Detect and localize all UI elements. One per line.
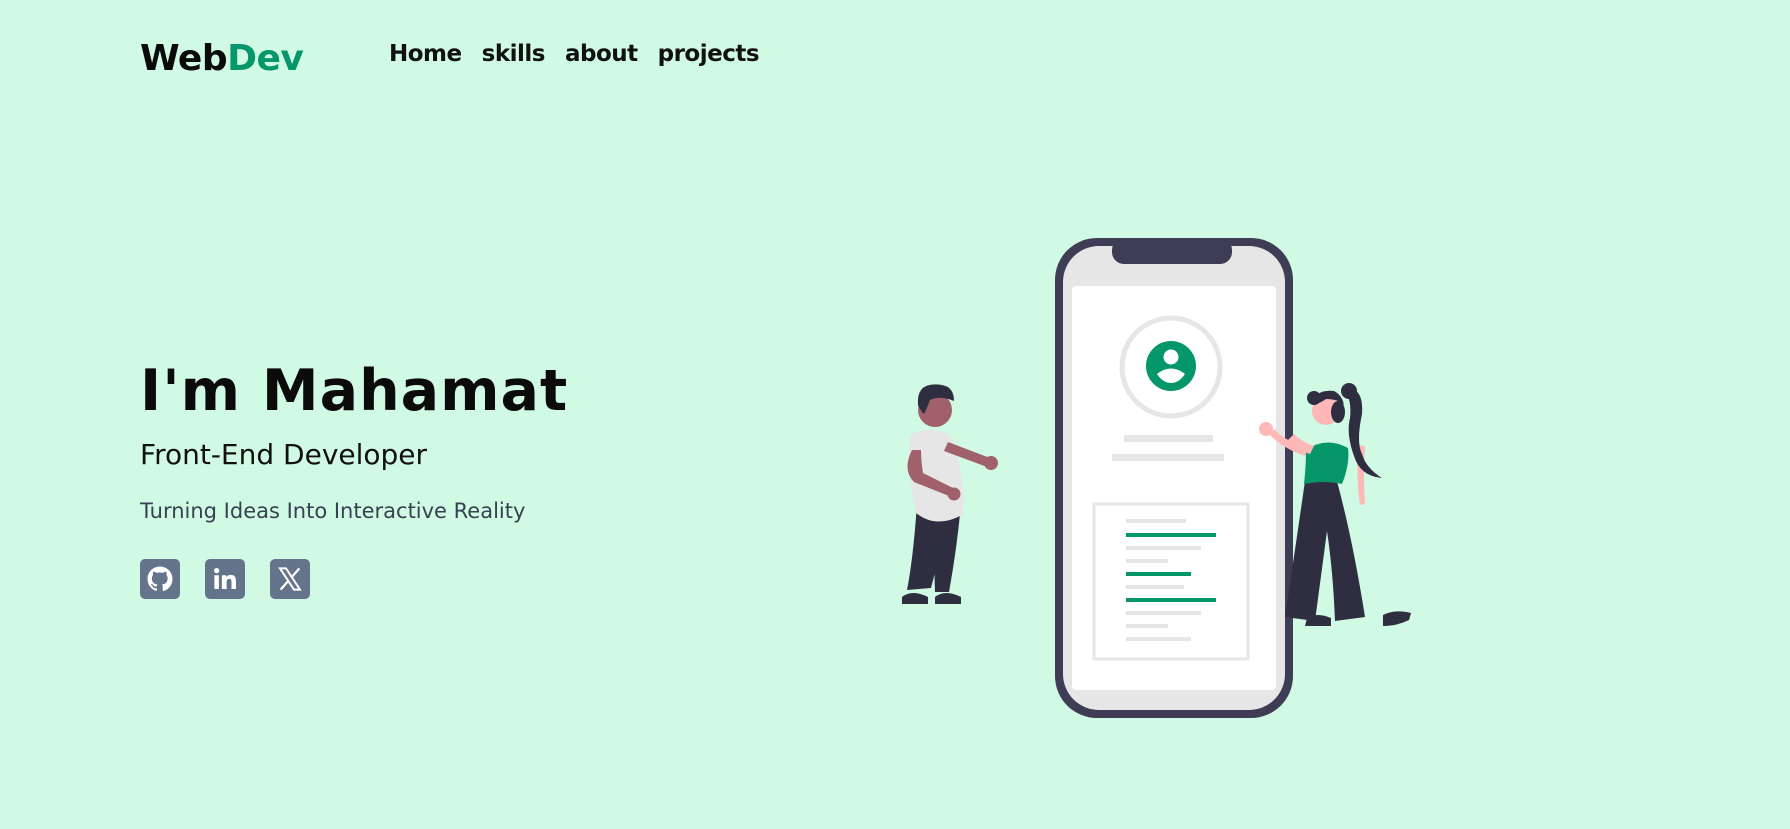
logo-web-text: Web (140, 37, 228, 79)
phone-illustration (1055, 238, 1293, 718)
hero-illustration (902, 238, 1411, 718)
logo-dev-text: Dev (227, 37, 304, 79)
nav-home[interactable]: Home (389, 41, 462, 67)
nav-projects[interactable]: projects (658, 41, 760, 67)
hero-title: I'm Mahamat (140, 358, 569, 424)
hero-section: I'm Mahamat Front-End Developer Turning … (140, 355, 740, 599)
social-links (140, 559, 740, 599)
linkedin-icon (214, 568, 236, 589)
logo[interactable]: WebDev Home skills about projects (140, 37, 760, 79)
x-twitter-icon (278, 567, 302, 591)
man-illustration (902, 384, 998, 604)
hero-role: Front-End Developer (140, 438, 428, 471)
main-nav: Home skills about projects (389, 41, 760, 67)
hero-tagline: Turning Ideas Into Interactive Reality (140, 499, 526, 523)
nav-skills[interactable]: skills (482, 41, 546, 67)
site-header: WebDev Home skills about projects (140, 34, 760, 82)
nav-about[interactable]: about (565, 41, 638, 67)
x-link[interactable] (270, 559, 310, 599)
github-icon (147, 566, 173, 592)
github-link[interactable] (140, 559, 180, 599)
linkedin-link[interactable] (205, 559, 245, 599)
